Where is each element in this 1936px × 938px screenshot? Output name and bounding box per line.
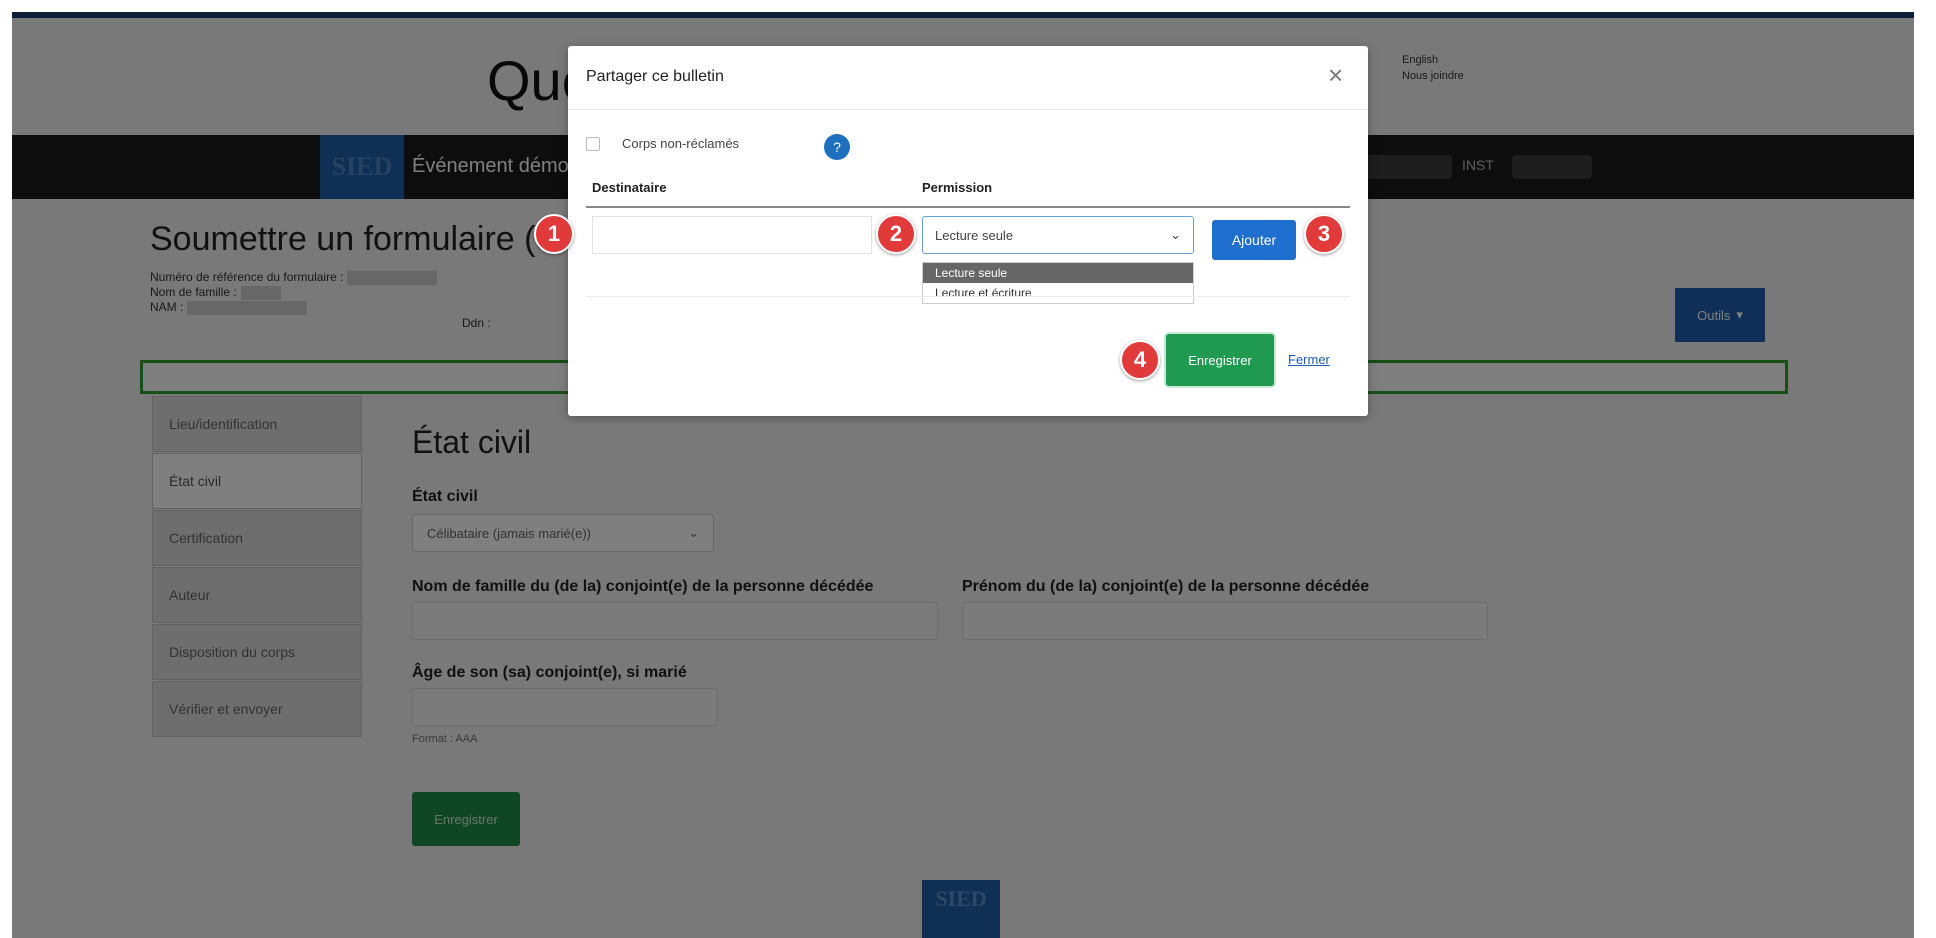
dialog-save-button[interactable]: Enregistrer bbox=[1166, 334, 1274, 386]
recipient-input[interactable] bbox=[592, 216, 872, 254]
add-button[interactable]: Ajouter bbox=[1212, 220, 1296, 260]
permission-dropdown: Lecture seule Lecture et écriture bbox=[922, 262, 1194, 304]
permission-column-header: Permission bbox=[922, 180, 993, 195]
unclaimed-bodies-label: Corps non-réclamés bbox=[622, 136, 740, 151]
dialog-close-link[interactable]: Fermer bbox=[1288, 352, 1330, 367]
permission-option-read-only[interactable]: Lecture seule bbox=[923, 263, 1193, 283]
dialog-header: Partager ce bulletin × bbox=[568, 46, 1368, 110]
step-marker-3: 3 bbox=[1304, 214, 1344, 254]
unclaimed-bodies-row: Corps non-réclamés bbox=[586, 136, 739, 151]
permission-option-read-write[interactable]: Lecture et écriture bbox=[923, 283, 1193, 303]
permission-value: Lecture seule bbox=[935, 227, 1014, 243]
help-icon[interactable]: ? bbox=[824, 134, 850, 160]
step-marker-1: 1 bbox=[534, 214, 574, 254]
permission-select[interactable]: Lecture seule ⌄ bbox=[922, 216, 1194, 254]
unclaimed-bodies-checkbox[interactable] bbox=[586, 136, 600, 151]
share-dialog: Partager ce bulletin × Corps non-réclamé… bbox=[568, 46, 1368, 416]
close-icon[interactable]: × bbox=[1328, 60, 1343, 90]
header-divider bbox=[586, 206, 1350, 208]
step-marker-4: 4 bbox=[1120, 340, 1160, 380]
step-marker-2: 2 bbox=[876, 214, 916, 254]
row-divider bbox=[586, 296, 1350, 297]
chevron-down-icon: ⌄ bbox=[1170, 227, 1181, 242]
recipient-column-header: Destinataire bbox=[592, 180, 667, 195]
dialog-title: Partager ce bulletin bbox=[586, 68, 724, 85]
